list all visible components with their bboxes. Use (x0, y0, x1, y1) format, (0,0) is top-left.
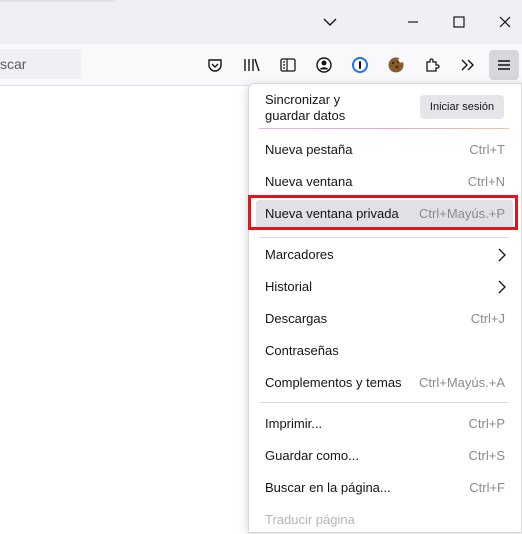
menu-item-passwords[interactable]: Contraseñas (256, 337, 513, 365)
menu-item-label: Buscar en la página... (265, 480, 391, 495)
sync-divider (259, 128, 509, 129)
cookie-extension-button[interactable] (381, 50, 411, 80)
menu-item-label: Contraseñas (265, 343, 339, 358)
password-manager-icon (352, 57, 368, 73)
menu-item-shortcut: Ctrl+N (467, 174, 505, 189)
menu-item-label: Imprimir... (265, 416, 323, 431)
hamburger-menu-icon (498, 60, 510, 70)
menu-item-shortcut: Ctrl+F (469, 480, 505, 495)
menu-item-translate-page[interactable]: Traducir página (256, 506, 513, 534)
menu-separator (259, 237, 509, 238)
sync-label: Sincronizar y guardar datos (265, 92, 346, 123)
menu-item-shortcut: Ctrl+T (469, 142, 505, 157)
minimize-icon (408, 21, 418, 23)
menu-item-bookmarks[interactable]: Marcadores (256, 241, 513, 269)
title-bar (0, 0, 522, 44)
cookie-extension-icon (388, 57, 404, 73)
menu-item-new-tab[interactable]: Nueva pestaña Ctrl+T (256, 136, 513, 164)
menu-item-save-as[interactable]: Guardar como... Ctrl+S (256, 442, 513, 470)
menu-item-shortcut: Ctrl+S (468, 448, 505, 463)
menu-item-find-in-page[interactable]: Buscar en la página... Ctrl+F (256, 474, 513, 502)
password-manager-button[interactable] (345, 50, 375, 80)
menu-item-history[interactable]: Historial (256, 273, 513, 301)
app-menu-panel: Sincronizar y guardar datos Iniciar sesi… (248, 83, 522, 533)
app-menu-button[interactable] (489, 50, 519, 80)
url-bar-placeholder: scar (0, 56, 27, 72)
maximize-icon (453, 16, 465, 28)
menu-item-label: Complementos y temas (265, 375, 402, 390)
menu-item-shortcut: Ctrl+P (468, 416, 505, 431)
menu-item-downloads[interactable]: Descargas Ctrl+J (256, 305, 513, 333)
extensions-icon (426, 58, 440, 72)
account-button[interactable] (309, 50, 339, 80)
overflow-button[interactable] (453, 50, 483, 80)
menu-item-label: Nueva pestaña (265, 142, 353, 157)
account-icon (316, 57, 332, 73)
menu-item-new-window[interactable]: Nueva ventana Ctrl+N (256, 168, 513, 196)
menu-separator (259, 402, 509, 403)
url-bar[interactable]: scar (0, 49, 81, 79)
menu-item-label: Marcadores (265, 247, 334, 262)
maximize-button[interactable] (436, 0, 482, 44)
pocket-button[interactable] (200, 50, 230, 80)
close-icon (499, 16, 511, 28)
menu-item-print[interactable]: Imprimir... Ctrl+P (256, 410, 513, 438)
overflow-chevron-icon (461, 59, 474, 71)
menu-item-shortcut: Ctrl+Mayús.+A (419, 375, 505, 390)
list-all-tabs-button[interactable] (307, 0, 353, 44)
library-button[interactable] (237, 50, 267, 80)
sign-in-button[interactable]: Iniciar sesión (420, 95, 504, 119)
chevron-right-icon (498, 248, 506, 262)
library-icon (244, 58, 260, 72)
menu-item-label: Guardar como... (265, 448, 359, 463)
menu-item-label: Historial (265, 279, 312, 294)
tab-strip-edge (0, 0, 115, 2)
chevron-down-icon (323, 18, 337, 26)
close-window-button[interactable] (482, 0, 522, 44)
extensions-button[interactable] (417, 50, 447, 80)
navigation-toolbar: scar (0, 44, 522, 86)
sidebar-icon (280, 58, 296, 72)
menu-item-shortcut: Ctrl+J (470, 311, 505, 326)
minimize-button[interactable] (390, 0, 436, 44)
menu-item-label: Nueva ventana (265, 174, 353, 189)
menu-item-label: Descargas (265, 311, 328, 326)
pocket-icon (208, 59, 222, 72)
menu-item-addons-themes[interactable]: Complementos y temas Ctrl+Mayús.+A (256, 369, 513, 397)
chevron-right-icon (498, 280, 506, 294)
highlight-annotation (248, 195, 518, 230)
sidebar-button[interactable] (273, 50, 303, 80)
